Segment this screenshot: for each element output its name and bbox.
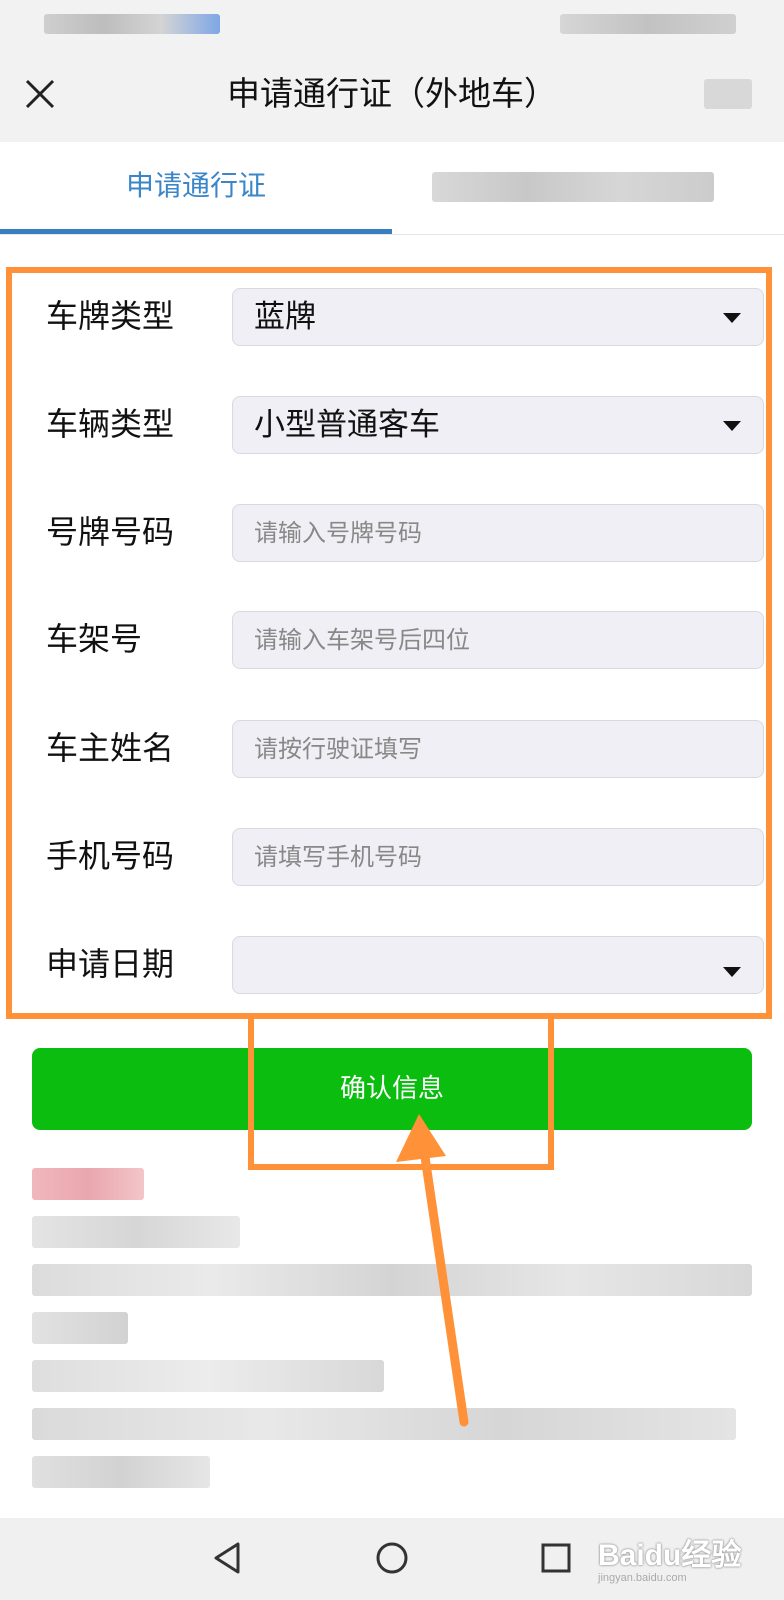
annotation-arrow bbox=[396, 1114, 469, 1427]
recent-apps-nav-icon[interactable] bbox=[538, 1540, 574, 1576]
watermark-logo: Baidu经验 bbox=[598, 1539, 742, 1572]
home-nav-icon[interactable] bbox=[374, 1540, 410, 1576]
back-nav-icon[interactable] bbox=[210, 1540, 246, 1576]
baidu-jingyan-watermark: Baidu经验 jingyan.baidu.com bbox=[598, 1530, 778, 1600]
watermark-url: jingyan.baidu.com bbox=[598, 1572, 687, 1584]
